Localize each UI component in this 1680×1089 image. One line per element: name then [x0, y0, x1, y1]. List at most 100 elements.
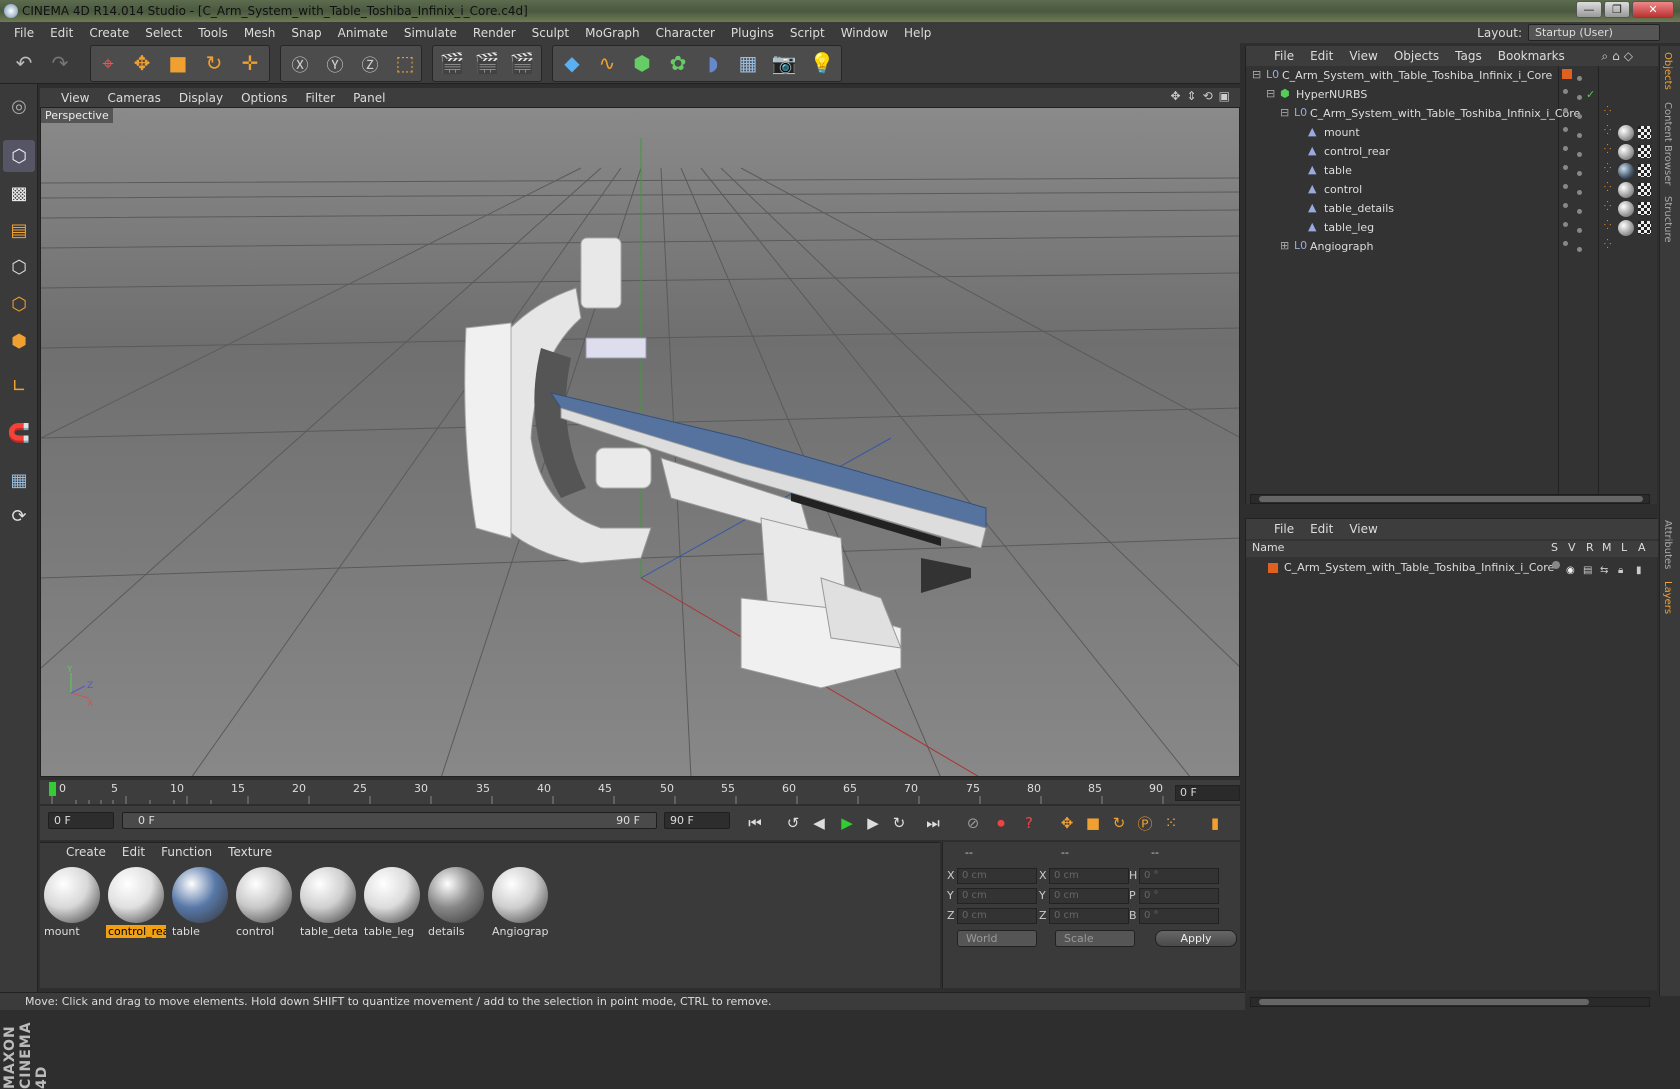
coord-value-field[interactable]: 0 cm: [957, 868, 1037, 884]
expand-toggle-icon[interactable]: [1294, 183, 1306, 195]
object-menu-objects[interactable]: Objects: [1386, 49, 1447, 63]
menu-simulate[interactable]: Simulate: [396, 26, 465, 40]
key-pla-icon[interactable]: ⁙: [1158, 810, 1184, 836]
expand-toggle-icon[interactable]: ⊟: [1280, 107, 1292, 119]
locked-workplane-icon[interactable]: ⟳: [3, 500, 35, 532]
editor-visibility-dot[interactable]: [1563, 222, 1568, 227]
viewport-menu-options[interactable]: Options: [232, 91, 296, 105]
tab-attributes[interactable]: Attributes: [1662, 520, 1673, 569]
camera-icon[interactable]: 📷: [768, 47, 800, 79]
render-visibility-dot[interactable]: [1577, 95, 1582, 100]
expand-toggle-icon[interactable]: [1294, 164, 1306, 176]
object-menu-edit[interactable]: Edit: [1302, 49, 1341, 63]
coordinate-space-dropdown[interactable]: World: [957, 930, 1037, 947]
viewport-menu-filter[interactable]: Filter: [296, 91, 344, 105]
phong-tag-icon[interactable]: ⁛: [1604, 108, 1613, 117]
recent-tool-icon[interactable]: ✛: [234, 47, 266, 79]
workplane-icon[interactable]: ▤: [3, 214, 35, 246]
expand-toggle-icon[interactable]: ⊟: [1266, 88, 1278, 100]
object-row[interactable]: ⊟ ⬢ HyperNURBS ✓: [1246, 85, 1658, 105]
editor-visibility-dot[interactable]: [1563, 184, 1568, 189]
object-row[interactable]: ▲ table ⁛: [1246, 161, 1658, 181]
editor-visibility-dot[interactable]: [1563, 108, 1568, 113]
object-row[interactable]: ▲ control_rear ⁛: [1246, 142, 1658, 162]
menu-file[interactable]: File: [6, 26, 42, 40]
make-editable-icon[interactable]: ◎: [3, 90, 35, 122]
key-scale-icon[interactable]: ■: [1080, 810, 1106, 836]
render-view-icon[interactable]: 🎬: [436, 47, 468, 79]
render-visibility-dot[interactable]: [1577, 247, 1582, 252]
y-axis-lock-icon[interactable]: Ⓨ: [319, 47, 351, 79]
coord-value-field[interactable]: 0 °: [1139, 868, 1219, 884]
phong-tag-icon[interactable]: ⁛: [1604, 184, 1613, 193]
layer-manager-scrollbar[interactable]: [1250, 997, 1650, 1007]
visible-icon[interactable]: ◉: [1566, 561, 1575, 581]
menu-sculpt[interactable]: Sculpt: [524, 26, 577, 40]
menu-create[interactable]: Create: [81, 26, 137, 40]
autokey-icon[interactable]: ⏺: [988, 810, 1014, 836]
nurbs-icon[interactable]: ⬢: [626, 47, 658, 79]
go-to-start-icon[interactable]: ⏮: [742, 810, 768, 836]
editor-visibility-dot[interactable]: [1563, 146, 1568, 151]
expand-toggle-icon[interactable]: [1294, 126, 1306, 138]
layer-menu-file[interactable]: File: [1266, 522, 1302, 536]
tab-structure[interactable]: Structure: [1662, 196, 1673, 243]
phong-tag-icon[interactable]: ⁛: [1604, 203, 1613, 212]
editor-visibility-dot[interactable]: [1563, 127, 1568, 132]
phong-tag-icon[interactable]: ⁛: [1604, 127, 1613, 136]
locked-icon[interactable]: 🔒︎: [1618, 561, 1623, 581]
material-swatch[interactable]: table: [170, 865, 230, 939]
go-to-end-icon[interactable]: ⏭: [920, 810, 946, 836]
material-menu-edit[interactable]: Edit: [114, 845, 153, 859]
menu-mesh[interactable]: Mesh: [236, 26, 284, 40]
material-menu-create[interactable]: Create: [58, 845, 114, 859]
next-key-icon[interactable]: ↻: [886, 810, 912, 836]
menu-script[interactable]: Script: [782, 26, 833, 40]
object-menu-tags[interactable]: Tags: [1447, 49, 1490, 63]
object-menu-view[interactable]: View: [1341, 49, 1385, 63]
uvw-tag-icon[interactable]: [1638, 164, 1651, 177]
undo-icon[interactable]: ↶: [8, 47, 40, 79]
material-swatch[interactable]: table_detai: [298, 865, 358, 939]
uvw-tag-icon[interactable]: [1638, 183, 1651, 196]
render-visibility-dot[interactable]: [1577, 114, 1582, 119]
coordinate-mode-dropdown[interactable]: Scale: [1055, 930, 1135, 947]
current-frame-field[interactable]: 0 F: [1175, 785, 1240, 801]
uvw-tag-icon[interactable]: [1638, 126, 1651, 139]
solo-icon[interactable]: [1552, 561, 1560, 569]
render-visibility-dot[interactable]: [1577, 171, 1582, 176]
material-swatch[interactable]: mount: [42, 865, 102, 939]
scrollbar-thumb[interactable]: [1259, 999, 1589, 1005]
material-swatch[interactable]: Angiograp: [490, 865, 550, 939]
material-tag-icon[interactable]: [1618, 144, 1634, 160]
coord-value-field[interactable]: 0 cm: [1049, 908, 1129, 924]
object-manager-scrollbar[interactable]: [1250, 494, 1650, 504]
model-mode-icon[interactable]: ⬡: [3, 140, 35, 172]
coord-value-field[interactable]: 0 °: [1139, 908, 1219, 924]
polygons-mode-icon[interactable]: ⬢: [3, 325, 35, 357]
expand-toggle-icon[interactable]: [1294, 221, 1306, 233]
expand-toggle-icon[interactable]: ⊞: [1280, 240, 1292, 252]
material-menu-texture[interactable]: Texture: [220, 845, 280, 859]
phong-tag-icon[interactable]: ⁛: [1604, 241, 1613, 250]
viewport-menu-cameras[interactable]: Cameras: [98, 91, 169, 105]
menu-help[interactable]: Help: [896, 26, 939, 40]
viewport-menu-display[interactable]: Display: [170, 91, 232, 105]
editor-visibility-dot[interactable]: [1563, 89, 1568, 94]
layer-color-swatch[interactable]: [1268, 563, 1278, 573]
minimize-button[interactable]: —: [1576, 1, 1602, 18]
viewport-nav-icons[interactable]: ✥⇕⟲▣: [1170, 89, 1236, 103]
key-rotation-icon[interactable]: ↻: [1106, 810, 1132, 836]
axis-mode-icon[interactable]: ∟: [3, 370, 35, 402]
manager-icon[interactable]: ⇆: [1600, 561, 1608, 581]
scale-tool-icon[interactable]: ■: [162, 47, 194, 79]
material-menu-function[interactable]: Function: [153, 845, 220, 859]
menu-character[interactable]: Character: [648, 26, 723, 40]
x-axis-lock-icon[interactable]: Ⓧ: [284, 47, 316, 79]
menu-animate[interactable]: Animate: [330, 26, 396, 40]
coord-value-field[interactable]: 0 cm: [1049, 868, 1129, 884]
tab-content-browser[interactable]: Content Browser: [1662, 102, 1673, 185]
z-axis-lock-icon[interactable]: Ⓩ: [354, 47, 386, 79]
next-frame-icon[interactable]: ▶: [860, 810, 886, 836]
workplane-lock-icon[interactable]: ▦: [3, 464, 35, 496]
